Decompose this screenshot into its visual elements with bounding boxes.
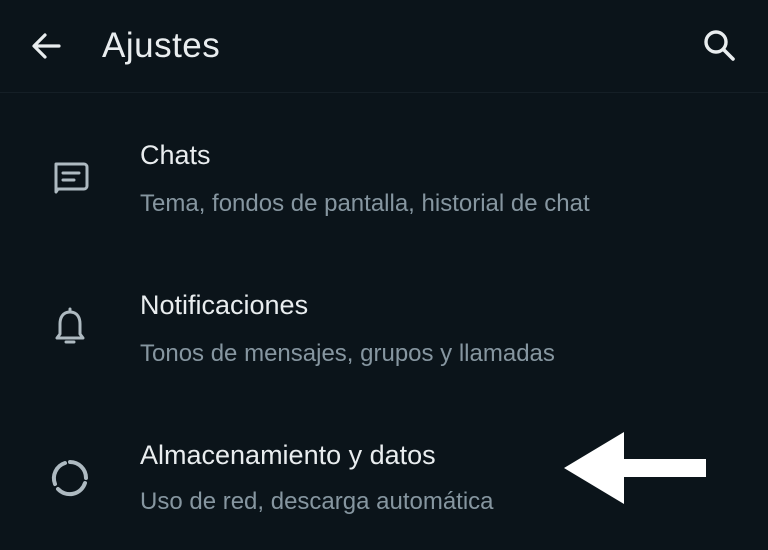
bell-icon	[44, 302, 96, 354]
settings-screen: Ajustes Chats Tema, fondos de pantalla, …	[0, 0, 768, 550]
settings-item-subtitle: Tema, fondos de pantalla, historial de c…	[140, 190, 590, 217]
settings-item-subtitle: Uso de red, descarga automática	[140, 488, 494, 515]
settings-item-title: Notificaciones	[140, 290, 309, 320]
settings-item-title: Chats	[140, 140, 211, 170]
settings-item-subtitle: Tonos de mensajes, grupos y llamadas	[140, 340, 555, 367]
app-bar: Ajustes	[0, 0, 768, 93]
annotation-arrow-icon	[564, 432, 706, 504]
page-title: Ajustes	[102, 26, 221, 65]
settings-item-notifications[interactable]: Notificaciones Tonos de mensajes, grupos…	[0, 268, 768, 398]
storage-circle-icon	[44, 452, 96, 504]
search-icon	[704, 30, 735, 61]
settings-item-chats[interactable]: Chats Tema, fondos de pantalla, historia…	[0, 118, 768, 248]
chat-icon	[44, 152, 96, 204]
arrow-left-icon	[32, 33, 61, 59]
back-button[interactable]	[22, 22, 70, 70]
settings-item-title: Almacenamiento y datos	[140, 440, 436, 470]
search-button[interactable]	[694, 20, 746, 72]
